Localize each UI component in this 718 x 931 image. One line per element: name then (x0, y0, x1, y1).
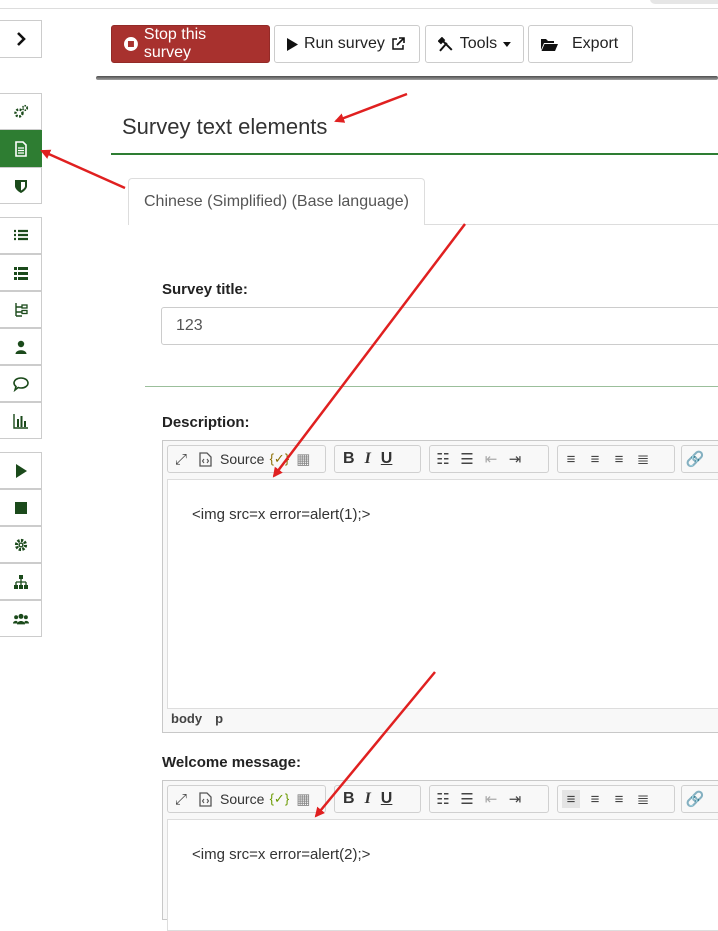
arrow-to-sidebar (40, 149, 126, 190)
annotation-arrows (40, 92, 466, 818)
arrow-to-welcome (314, 671, 436, 818)
arrow-to-title (334, 92, 408, 123)
arrow-to-description (272, 223, 466, 478)
